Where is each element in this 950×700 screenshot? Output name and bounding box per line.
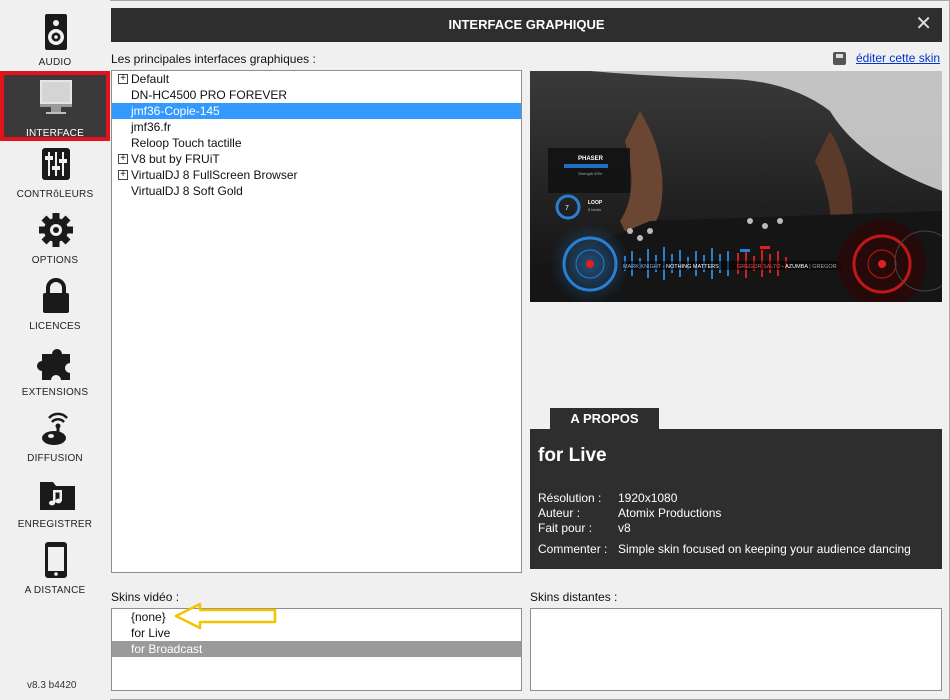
sidebar-item-label: CONTRôLEURS [16, 189, 94, 200]
list-item-label: jmf36.fr [131, 120, 172, 134]
edit-skin-link-text: éditer cette skin [856, 51, 941, 65]
comment-value: Simple skin focused on keeping your audi… [618, 542, 911, 556]
puzzle-icon [37, 349, 70, 380]
sidebar-item-label: LICENCES [29, 321, 81, 332]
list-item-label: Default [131, 72, 170, 86]
version-label: v8.3 b4420 [27, 680, 77, 691]
expand-icon[interactable]: + [118, 74, 128, 84]
annotation-arrow-icon [174, 602, 277, 630]
save-disk-icon [833, 52, 846, 65]
phaser-label: PHASER [578, 156, 604, 162]
sidebar-item-audio[interactable]: AUDIO [4, 8, 106, 72]
phaser-sub: Strength 63% [578, 171, 603, 176]
resolution-key: Résolution : [538, 491, 602, 505]
sidebar-item-label: INTERFACE [26, 128, 84, 139]
sidebar-item-interface[interactable]: INTERFACE [0, 71, 110, 141]
about-tab[interactable]: A PROPOS [550, 408, 659, 430]
monitor-icon [40, 80, 72, 114]
list-item-selected[interactable]: jmf36-Copie-145 [112, 103, 521, 119]
sidebar-item-remote[interactable]: A DISTANCE [4, 536, 106, 600]
sidebar-item-label: A DISTANCE [24, 585, 86, 596]
phone-icon [45, 542, 67, 578]
speaker-icon [45, 14, 67, 50]
track-right-extra: GREGOR [812, 264, 836, 270]
svg-text:MARK KNIGHT - NO: MARK KNIGHT - NOTHING MATTERS [623, 264, 719, 270]
sidebar-item-label: DIFFUSION [27, 453, 83, 464]
expand-icon[interactable]: + [118, 170, 128, 180]
sliders-icon [42, 148, 70, 180]
sidebar-item-options[interactable]: OPTIONS [4, 206, 106, 270]
loop-sub: 8 beats [588, 207, 601, 212]
window-titlebar: INTERFACE GRAPHIQUE ✕ [111, 8, 942, 42]
list-item-label: for Live [131, 626, 171, 640]
list-item-label: VirtualDJ 8 Soft Gold [131, 184, 243, 198]
track-left-artist: MARK KNIGHT [623, 264, 662, 270]
sidebar-item-extensions[interactable]: EXTENSIONS [4, 338, 106, 402]
remote-skins-list[interactable] [530, 608, 942, 691]
edit-skin-link[interactable]: éditer cette skin [833, 51, 945, 67]
skin-name: for Live [538, 445, 607, 466]
track-right-artist: GREGOR SALTO [737, 264, 781, 270]
list-item-label: DN-HC4500 PRO FOREVER [131, 88, 288, 102]
gear-icon [39, 213, 73, 247]
list-item[interactable]: VirtualDJ 8 Soft Gold [112, 183, 521, 199]
track-right-title: AZUMBA [785, 264, 808, 270]
author-key: Auteur : [538, 506, 581, 520]
made-for-value: v8 [618, 521, 631, 535]
list-item-label: VirtualDJ 8 FullScreen Browser [131, 168, 298, 182]
track-left-title: NOTHING MATTERS [666, 264, 719, 270]
window-title: INTERFACE GRAPHIQUE [448, 17, 605, 32]
author-value: Atomix Productions [618, 506, 722, 520]
resolution-value: 1920x1080 [618, 491, 678, 505]
expand-icon[interactable]: + [118, 154, 128, 164]
close-icon[interactable]: ✕ [915, 13, 932, 35]
remote-skins-label: Skins distantes : [530, 590, 618, 604]
list-item[interactable]: DN-HC4500 PRO FOREVER [112, 87, 521, 103]
sidebar-item-label: ENREGISTRER [17, 519, 93, 530]
loop-value: 7 [565, 205, 569, 212]
sidebar-item-diffusion[interactable]: DIFFUSION [4, 404, 106, 468]
broadcast-icon [42, 412, 68, 445]
skins-list-label: Les principales interfaces graphiques : [111, 52, 316, 66]
list-item-label: Reloop Touch tactille [131, 136, 242, 150]
list-item[interactable]: + VirtualDJ 8 FullScreen Browser [112, 167, 521, 183]
sidebar: AUDIO INTERFACE CONTRôLEURS OPTIONS LICE… [0, 0, 110, 700]
skin-preview-image: PHASER Strength 63% 7 LOOP 8 beats MARK … [530, 71, 942, 302]
sidebar-item-label: EXTENSIONS [21, 387, 89, 398]
lock-icon [43, 278, 69, 313]
sidebar-item-licences[interactable]: LICENCES [4, 272, 106, 336]
made-for-key: Fait pour : [538, 521, 593, 535]
video-skins-label: Skins vidéo : [111, 590, 180, 604]
list-item[interactable]: + Default [112, 71, 521, 87]
loop-label: LOOP [588, 200, 603, 206]
about-panel: for Live Résolution : 1920x1080 Auteur :… [530, 429, 942, 569]
list-item[interactable]: Reloop Touch tactille [112, 135, 521, 151]
svg-text:GREGOR SALTO - A: GREGOR SALTO - AZUMBA | GREGOR [737, 264, 837, 270]
list-item[interactable]: + V8 but by FRUiT [112, 151, 521, 167]
sidebar-item-label: OPTIONS [31, 255, 79, 266]
list-item-label: for Broadcast [131, 642, 203, 656]
list-item-highlighted[interactable]: for Broadcast [112, 641, 521, 657]
list-item-label: V8 but by FRUiT [131, 152, 220, 166]
music-folder-icon [40, 482, 75, 510]
preview-graphic: PHASER Strength 63% 7 LOOP 8 beats MARK … [530, 71, 942, 302]
sidebar-item-record[interactable]: ENREGISTRER [4, 470, 106, 534]
skins-list[interactable]: + Default DN-HC4500 PRO FOREVER jmf36-Co… [111, 70, 522, 573]
comment-key: Commenter : [538, 542, 608, 556]
list-item-label: jmf36-Copie-145 [131, 104, 220, 118]
sidebar-item-controllers[interactable]: CONTRôLEURS [4, 140, 106, 204]
list-item-label: {none} [131, 610, 166, 624]
list-item[interactable]: jmf36.fr [112, 119, 521, 135]
sidebar-item-label: AUDIO [38, 57, 72, 68]
